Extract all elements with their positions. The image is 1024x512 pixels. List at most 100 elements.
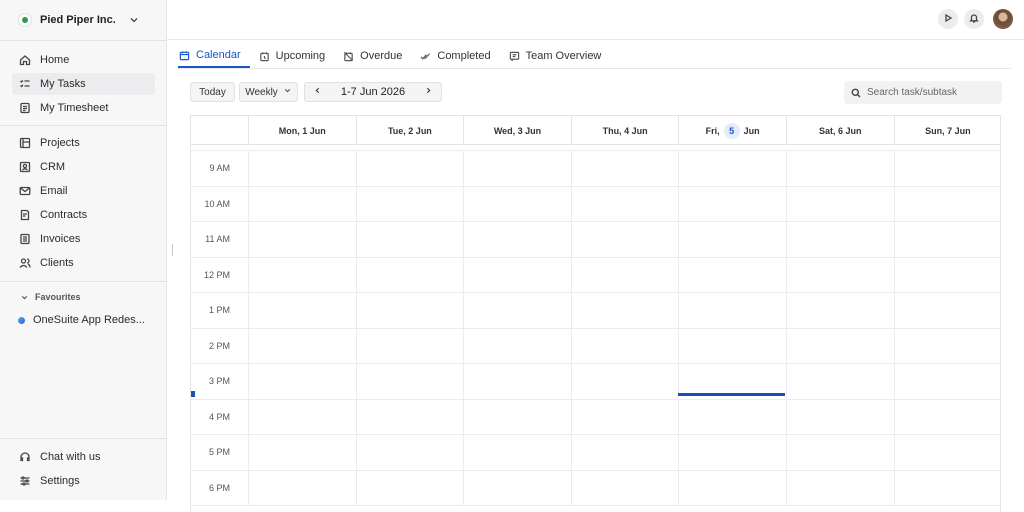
play-button[interactable] [938, 9, 958, 29]
prev-week-button[interactable] [313, 86, 322, 98]
time-slot-cell[interactable] [570, 435, 679, 470]
time-slot-cell[interactable] [785, 399, 894, 434]
time-slot-cell[interactable] [355, 293, 464, 328]
time-slot-cell[interactable] [678, 328, 786, 363]
time-slot-cell[interactable] [785, 293, 894, 328]
time-slot-cell[interactable] [570, 222, 679, 257]
time-slot-cell[interactable] [570, 328, 679, 363]
time-slot-cell[interactable] [678, 470, 786, 505]
tab-completed[interactable]: Completed [419, 44, 499, 68]
sidebar-resize-handle[interactable] [172, 244, 173, 256]
today-button[interactable]: Today [190, 82, 235, 102]
time-slot-cell[interactable] [893, 435, 1000, 470]
nav-item-email[interactable]: Email [12, 180, 155, 202]
time-slot-cell[interactable] [355, 470, 464, 505]
time-slot-cell[interactable] [463, 293, 571, 328]
time-slot-cell[interactable] [463, 435, 571, 470]
user-avatar[interactable] [993, 9, 1013, 29]
time-slot-cell[interactable] [570, 364, 679, 399]
time-slot-cell[interactable] [463, 222, 571, 257]
time-slot-cell[interactable] [463, 470, 571, 505]
favourites-toggle[interactable]: Favourites [20, 292, 81, 302]
nav-item-contracts[interactable]: Contracts [12, 204, 155, 226]
time-slot-cell[interactable] [678, 257, 786, 292]
nav-item-crm[interactable]: CRM [12, 156, 155, 178]
tab-overdue[interactable]: Overdue [342, 44, 411, 68]
time-slot-cell[interactable] [463, 257, 571, 292]
time-slot-cell[interactable] [463, 186, 571, 221]
time-slot-cell[interactable] [463, 399, 571, 434]
time-slot-cell[interactable] [248, 435, 356, 470]
notifications-button[interactable] [964, 9, 984, 29]
time-slot-cell[interactable] [570, 257, 679, 292]
time-slot-cell[interactable] [463, 364, 571, 399]
time-slot-cell[interactable] [355, 151, 464, 186]
time-slot-cell[interactable] [248, 222, 356, 257]
time-slot-cell[interactable] [248, 257, 356, 292]
time-slot-cell[interactable] [248, 186, 356, 221]
time-slot-cell[interactable] [463, 328, 571, 363]
time-slot-cell[interactable] [248, 151, 356, 186]
time-slot-cell[interactable] [893, 186, 1000, 221]
day-header-sat[interactable]: Sat, 6 Jun [785, 116, 894, 145]
time-slot-cell[interactable] [785, 151, 894, 186]
nav-item-my-timesheet[interactable]: My Timesheet [12, 97, 155, 119]
time-slot-cell[interactable] [893, 328, 1000, 363]
time-slot-cell[interactable] [893, 222, 1000, 257]
time-slot-cell[interactable] [785, 186, 894, 221]
time-slot-cell[interactable] [785, 435, 894, 470]
time-slot-cell[interactable] [248, 399, 356, 434]
time-slot-cell[interactable] [570, 470, 679, 505]
time-slot-cell[interactable] [248, 364, 356, 399]
time-slot-cell[interactable] [248, 293, 356, 328]
time-slot-cell[interactable] [678, 151, 786, 186]
time-slot-cell[interactable] [678, 222, 786, 257]
time-slot-cell[interactable] [355, 328, 464, 363]
nav-item-clients[interactable]: Clients [12, 252, 155, 274]
time-slot-cell[interactable] [893, 364, 1000, 399]
time-slot-cell[interactable] [355, 222, 464, 257]
time-slot-cell[interactable] [785, 364, 894, 399]
time-slot-cell[interactable] [785, 257, 894, 292]
time-slot-cell[interactable] [570, 186, 679, 221]
nav-item-home[interactable]: Home [12, 49, 155, 71]
tab-calendar[interactable]: Calendar [178, 44, 250, 68]
settings-button[interactable]: Settings [12, 470, 155, 492]
nav-item-my-tasks[interactable]: My Tasks [12, 73, 155, 95]
time-slot-cell[interactable] [785, 470, 894, 505]
time-slot-cell[interactable] [785, 328, 894, 363]
time-slot-cell[interactable] [463, 151, 571, 186]
day-header-thu[interactable]: Thu, 4 Jun [570, 116, 679, 145]
next-week-button[interactable] [424, 86, 433, 98]
time-slot-cell[interactable] [570, 293, 679, 328]
time-slot-cell[interactable] [570, 399, 679, 434]
time-slot-cell[interactable] [355, 435, 464, 470]
tab-team-overview[interactable]: Team Overview [508, 44, 611, 68]
time-slot-cell[interactable] [893, 399, 1000, 434]
time-slot-cell[interactable] [248, 328, 356, 363]
time-slot-cell[interactable] [248, 470, 356, 505]
time-slot-cell[interactable] [893, 470, 1000, 505]
day-header-wed[interactable]: Wed, 3 Jun [463, 116, 571, 145]
time-slot-cell[interactable] [893, 293, 1000, 328]
day-header-fri[interactable]: Fri, 5 Jun [678, 116, 786, 145]
view-select[interactable]: Weekly [239, 82, 298, 102]
time-slot-cell[interactable] [785, 222, 894, 257]
chat-with-us-button[interactable]: Chat with us [12, 446, 155, 468]
time-slot-cell[interactable] [355, 399, 464, 434]
time-slot-cell[interactable] [893, 257, 1000, 292]
nav-item-projects[interactable]: Projects [12, 132, 155, 154]
org-switcher[interactable]: Pied Piper Inc. [18, 10, 140, 30]
time-slot-cell[interactable] [678, 435, 786, 470]
time-slot-cell[interactable] [893, 151, 1000, 186]
time-slot-cell[interactable] [355, 186, 464, 221]
tab-upcoming[interactable]: Upcoming [258, 44, 335, 68]
time-slot-cell[interactable] [355, 257, 464, 292]
time-slot-cell[interactable] [678, 399, 786, 434]
nav-item-invoices[interactable]: Invoices [12, 228, 155, 250]
time-slot-cell[interactable] [678, 186, 786, 221]
time-slot-cell[interactable] [678, 293, 786, 328]
time-slot-cell[interactable] [570, 151, 679, 186]
day-header-tue[interactable]: Tue, 2 Jun [355, 116, 464, 145]
favourite-item[interactable]: OneSuite App Redes... [18, 314, 145, 326]
